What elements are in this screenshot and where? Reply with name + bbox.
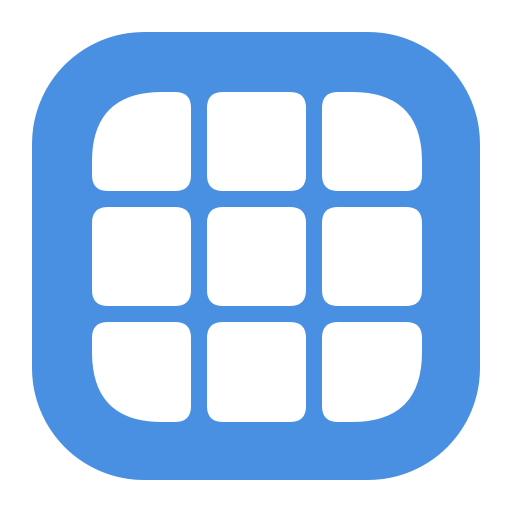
tile-middle-left: [92, 207, 191, 306]
tile-center: [207, 207, 306, 306]
tile-middle-right: [322, 207, 422, 306]
grid-tiles: [92, 92, 422, 422]
icon-canvas: [0, 0, 512, 512]
tile-top-center: [207, 92, 306, 191]
grid-app-icon: [32, 32, 480, 480]
tile-bottom-center: [207, 322, 306, 422]
